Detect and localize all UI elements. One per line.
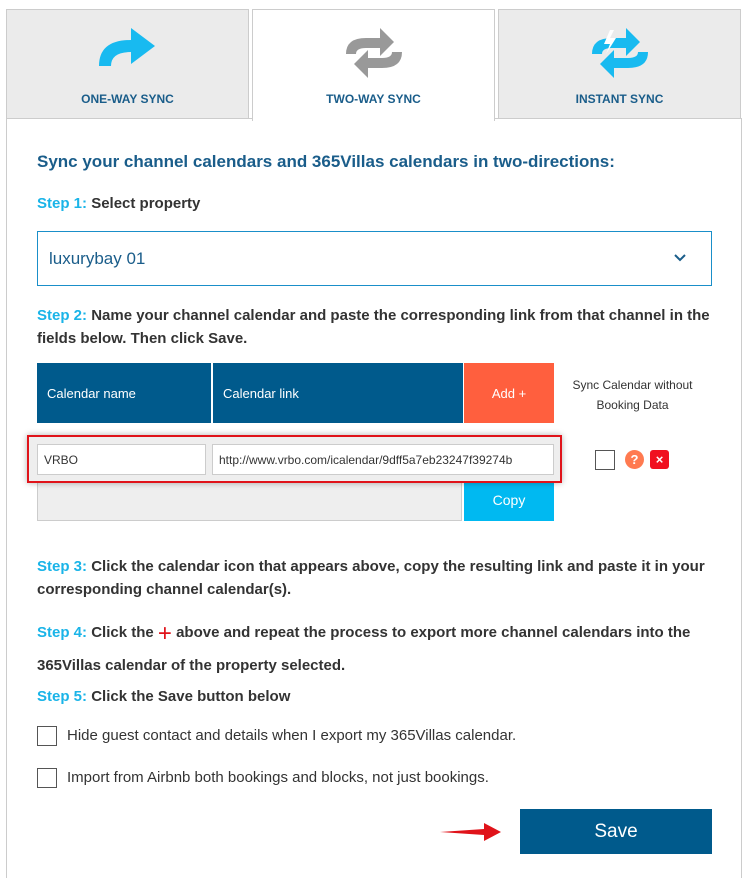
property-select[interactable]: luxurybay 01 xyxy=(37,231,712,286)
delete-icon[interactable]: × xyxy=(650,450,669,469)
step5: Step 5: Click the Save button below xyxy=(37,688,291,705)
tab-label: TWO-WAY SYNC xyxy=(326,92,421,106)
instant-sync-icon xyxy=(591,28,648,78)
step3: Step 3: Click the calendar icon that app… xyxy=(37,558,705,598)
copy-button[interactable]: Copy xyxy=(464,478,554,521)
chevron-down-icon xyxy=(674,254,686,262)
add-button[interactable]: Add + xyxy=(464,363,554,423)
help-icon[interactable]: ? xyxy=(625,450,644,469)
calendar-name-input[interactable]: VRBO xyxy=(37,444,206,475)
tab-one-way-sync[interactable]: ONE-WAY SYNC xyxy=(6,9,249,119)
tab-instant-sync[interactable]: INSTANT SYNC xyxy=(498,9,741,119)
calendar-link-input[interactable]: http://www.vrbo.com/icalendar/9dff5a7eb2… xyxy=(212,444,554,475)
import-airbnb-blocks-checkbox[interactable] xyxy=(37,768,57,788)
col-calendar-name: Calendar name xyxy=(37,363,211,423)
step4: Step 4: Click the + above and repeat the… xyxy=(37,620,691,674)
plus-icon: + xyxy=(157,620,172,647)
tab-label: ONE-WAY SYNC xyxy=(81,92,174,106)
link-output-area xyxy=(37,477,462,521)
sync-without-booking-checkbox[interactable] xyxy=(595,450,615,470)
step2: Step 2: Name your channel calendar and p… xyxy=(37,307,710,347)
col-calendar-link: Calendar link xyxy=(213,363,463,423)
arrow-pointer-icon xyxy=(440,823,501,841)
save-button[interactable]: Save xyxy=(520,809,712,854)
import-airbnb-label: Import from Airbnb both bookings and blo… xyxy=(67,769,489,786)
hide-guest-label: Hide guest contact and details when I ex… xyxy=(67,727,517,744)
page-heading: Sync your channel calendars and 365Villa… xyxy=(37,152,615,171)
sync-without-booking-label: Sync Calendar without Booking Data xyxy=(572,378,693,412)
step1: Step 1: Select property xyxy=(37,195,201,212)
sync-arrows-icon xyxy=(345,28,402,78)
hide-guest-checkbox[interactable] xyxy=(37,726,57,746)
tab-two-way-sync[interactable]: TWO-WAY SYNC xyxy=(252,9,495,121)
arrow-right-curve-icon xyxy=(98,28,155,66)
tab-label: INSTANT SYNC xyxy=(575,92,664,106)
